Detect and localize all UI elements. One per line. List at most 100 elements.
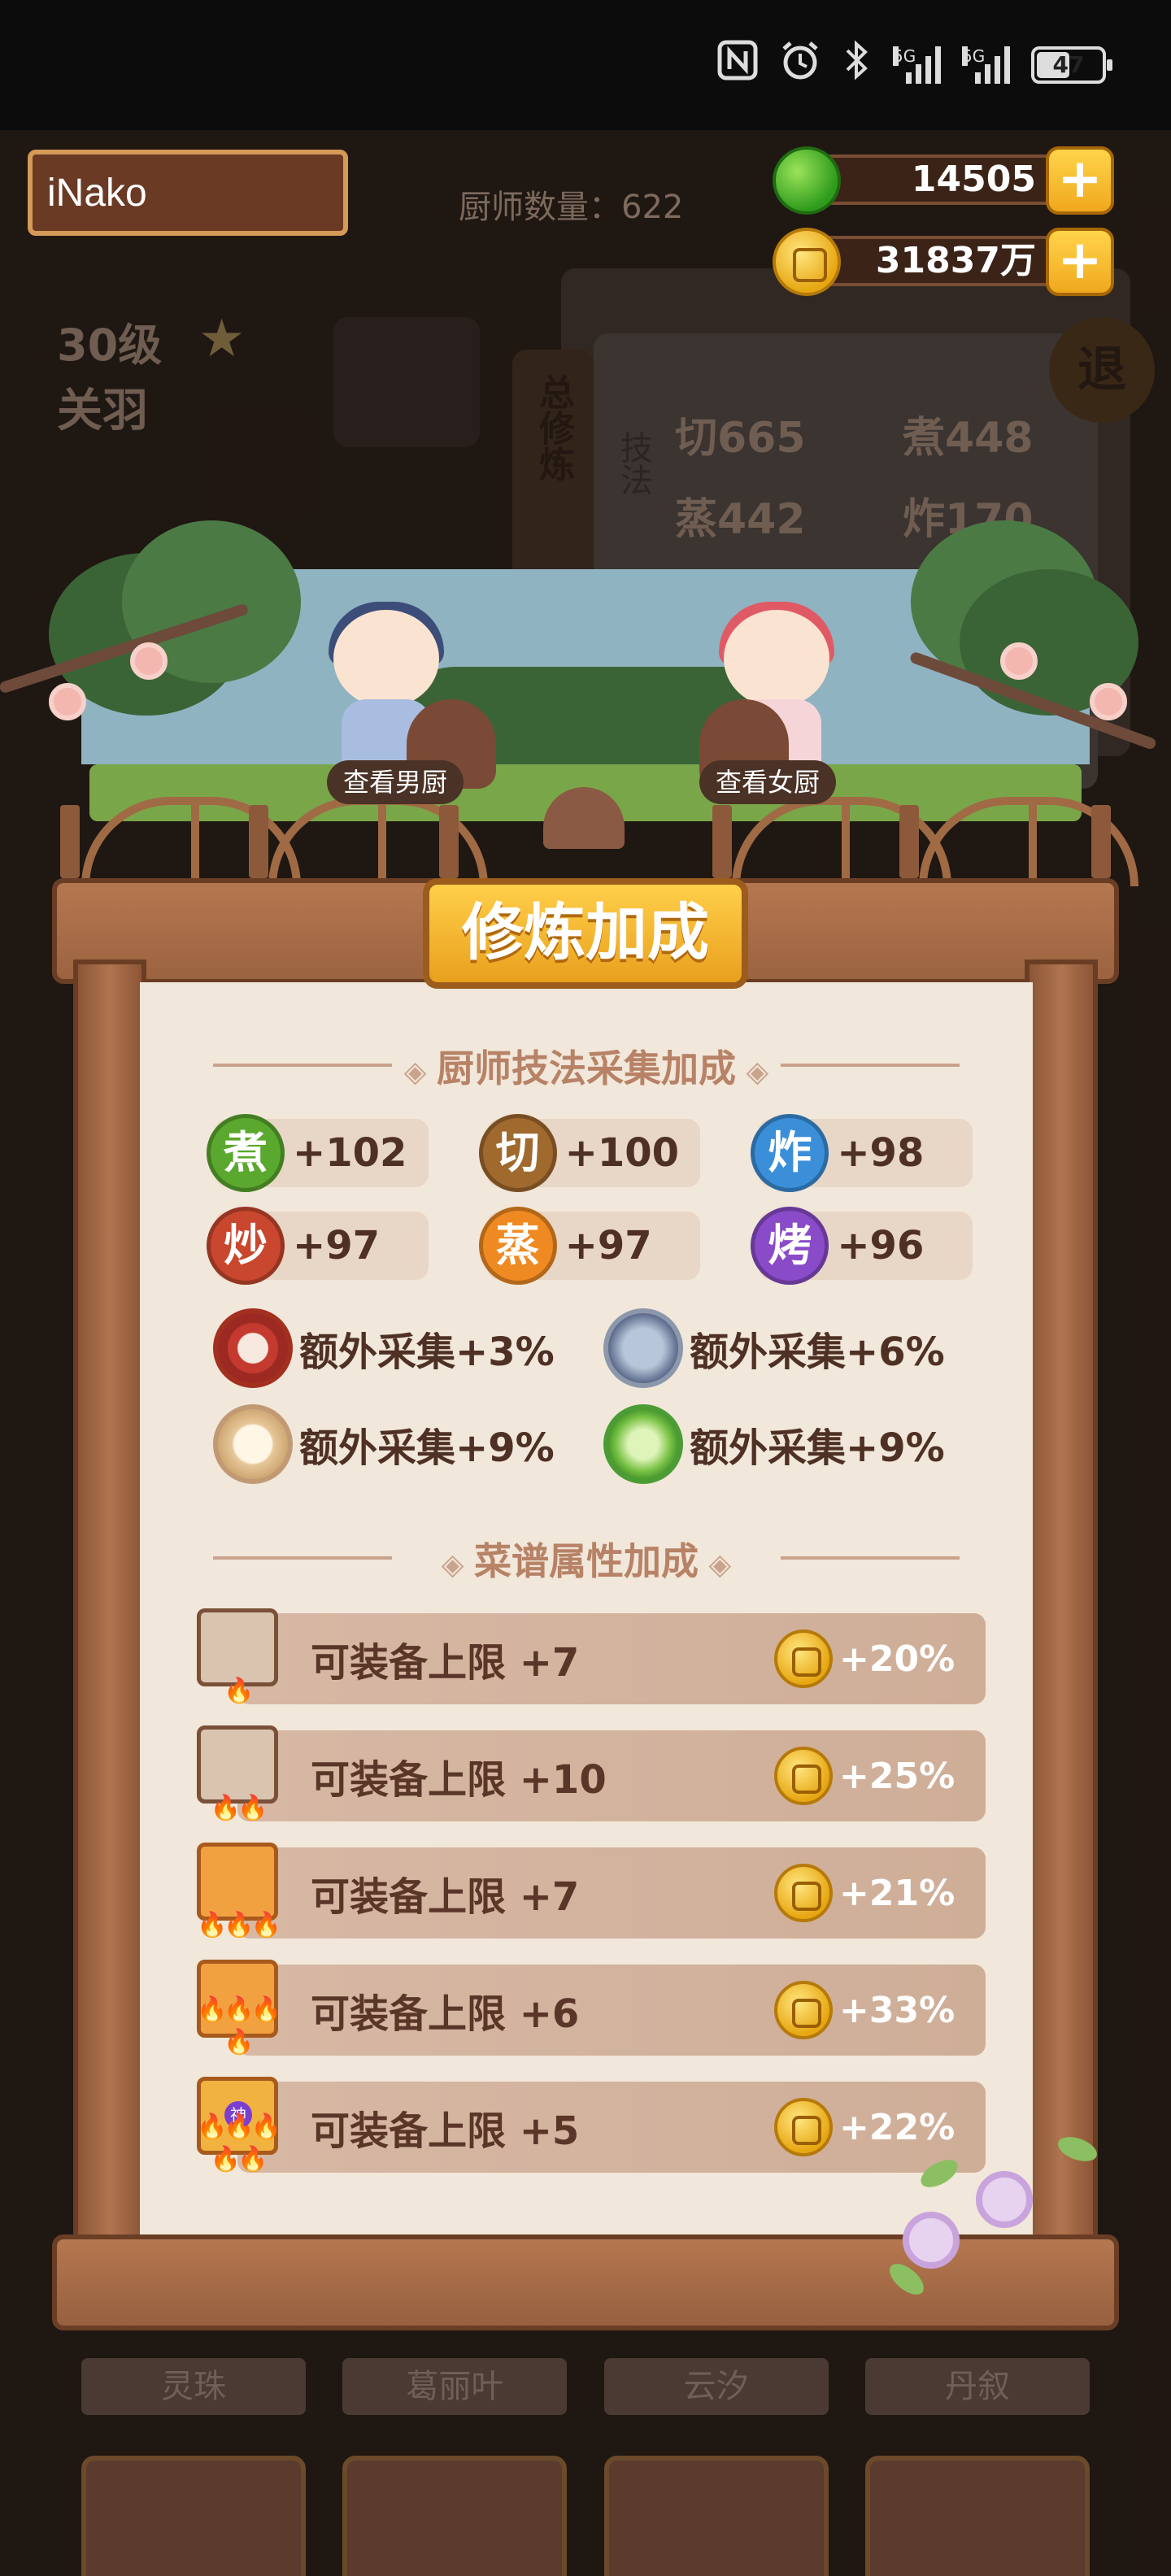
bg-chef-card	[603, 2456, 829, 2576]
green-currency: 14505 +	[773, 146, 1114, 215]
extra-collect-item: 额外采集+6%	[603, 1308, 994, 1389]
coin-icon	[774, 1747, 833, 1805]
star-icon: ★	[198, 309, 246, 369]
coin-icon	[774, 2098, 833, 2156]
flame-icon: 🔥	[224, 1677, 254, 1705]
equip-limit-label: 可装备上限 +5	[311, 2108, 580, 2154]
skill-bonus: 烤 +96	[751, 1207, 973, 1285]
equip-limit-label: 可装备上限 +10	[311, 1757, 607, 1803]
extra-collect-item: 额外采集+9%	[213, 1403, 603, 1485]
skill-bonus-grid: 煮 +102 切 +100 炸 +98 炒 +97 蒸 +97 烤 +96	[207, 1114, 973, 1285]
skill-value: +98	[837, 1130, 925, 1176]
skill-value: +97	[564, 1223, 652, 1268]
bg-chef-name: 灵珠	[81, 2358, 306, 2415]
nfc-icon	[717, 40, 758, 89]
coin-icon	[774, 1864, 833, 1922]
modal-frame-right	[1025, 959, 1098, 2244]
recipe-scroll-icon: 🔥🔥🔥	[189, 1843, 286, 1939]
skill-section-header: ◈ 厨师技法采集加成 ◈	[140, 1039, 1033, 1093]
extra-collect-list: 额外采集+3% 额外采集+6% 额外采集+9% 额外采集+9%	[213, 1308, 994, 1485]
modal-title: 修炼加成	[423, 878, 748, 989]
chef-level: 30级	[57, 320, 163, 371]
bg-skill: 切665	[675, 414, 806, 463]
coin-icon	[773, 228, 841, 296]
chef-name: 关羽	[57, 385, 148, 437]
equip-limit-label: 可装备上限 +7	[311, 1874, 580, 1920]
bluetooth-icon	[842, 39, 872, 90]
view-male-chef-button[interactable]: 查看男厨	[327, 760, 464, 804]
vegetable-icon	[603, 1404, 683, 1484]
equip-limit-label: 可装备上限 +7	[311, 1640, 580, 1686]
coin-bonus: +21%	[839, 1872, 956, 1914]
bg-chef-name: 云汐	[603, 2358, 829, 2415]
coin-bonus: +25%	[839, 1755, 956, 1797]
skill-value: +102	[293, 1130, 407, 1176]
recipe-bonus-row: 🔥 可装备上限 +7 +20%	[197, 1608, 986, 1705]
recipe-scroll-icon: 🔥🔥🔥🔥	[189, 1960, 286, 2056]
meat-icon	[213, 1308, 293, 1388]
apple-icon	[773, 146, 841, 215]
skill-value: +97	[293, 1223, 381, 1268]
skill-section-title: 厨师技法采集加成	[437, 1046, 736, 1090]
recipe-scroll-icon: 神 🔥🔥🔥🔥🔥	[189, 2077, 286, 2174]
cultivation-bonus-panel: ◈ 厨师技法采集加成 ◈ 煮 +102 切 +100 炸 +98 炒 +97 蒸…	[140, 982, 1033, 2241]
bg-skill: 煮448	[903, 414, 1034, 463]
bg-chef-name: 丹叙	[864, 2358, 1090, 2415]
bg-chef-card	[342, 2456, 568, 2576]
extra-collect-label: 额外采集+9%	[690, 1425, 945, 1471]
skill-bonus: 煮 +102	[207, 1114, 429, 1192]
skill-value: +100	[564, 1130, 680, 1176]
coin-bonus: +33%	[839, 1989, 956, 2031]
cut-skill-icon: 切	[478, 1114, 557, 1192]
extra-collect-item: 额外采集+9%	[603, 1403, 994, 1485]
skill-value: +96	[837, 1223, 925, 1268]
bg-chef-name: 葛丽叶	[342, 2358, 568, 2415]
recipe-bonus-row: 🔥🔥🔥 可装备上限 +7 +21%	[197, 1843, 986, 1939]
status-bar: 5G 5G 47	[0, 0, 1171, 130]
flame-icon: 🔥🔥🔥🔥	[196, 1995, 281, 2056]
flower-decoration	[870, 2130, 1138, 2342]
recipe-scroll-icon: 🔥	[189, 1608, 286, 1705]
steam-skill-icon: 蒸	[478, 1207, 557, 1285]
equip-limit-label: 可装备上限 +6	[311, 1991, 580, 2037]
extra-collect-item: 额外采集+3%	[213, 1308, 603, 1389]
recipe-section-title: 菜谱属性加成	[474, 1539, 699, 1583]
skill-bonus: 炒 +97	[207, 1207, 429, 1285]
signal-icon: 5G	[893, 46, 941, 84]
extra-collect-label: 额外采集+3%	[299, 1329, 555, 1375]
stir-fry-skill-icon: 炒	[207, 1207, 285, 1285]
signal-icon: 5G	[962, 46, 1010, 84]
bun-icon	[213, 1404, 293, 1484]
coin-bonus: +20%	[839, 1638, 956, 1680]
alarm-icon	[779, 39, 821, 90]
boil-skill-icon: 煮	[207, 1114, 285, 1192]
player-name: iNako	[47, 171, 147, 215]
fish-icon	[603, 1308, 683, 1388]
roast-skill-icon: 烤	[751, 1207, 829, 1285]
recipe-bonus-row: 🔥🔥 可装备上限 +10 +25%	[197, 1725, 986, 1822]
recipe-bonus-list: 🔥 可装备上限 +7 +20% 🔥🔥 可装备上限 +10 +25% 🔥🔥🔥 可装…	[197, 1608, 986, 2199]
coin-icon	[774, 1630, 833, 1688]
bg-chef-card	[81, 2456, 306, 2576]
skill-bonus: 蒸 +97	[478, 1207, 701, 1285]
flame-icon: 🔥🔥	[210, 1794, 268, 1822]
add-green-currency-button[interactable]: +	[1046, 146, 1114, 215]
modal-frame-left	[73, 959, 146, 2244]
chef-count: 厨师数量：622	[459, 189, 684, 226]
extra-collect-label: 额外采集+9%	[299, 1425, 555, 1471]
battery-percent: 47	[1052, 51, 1085, 78]
add-gold-currency-button[interactable]: +	[1046, 228, 1114, 296]
gold-currency: 31837万 +	[773, 228, 1114, 296]
recipe-section-header: ◈ 菜谱属性加成 ◈	[140, 1532, 1033, 1586]
skill-bonus: 切 +100	[478, 1114, 701, 1192]
player-name-box[interactable]: iNako	[28, 150, 348, 236]
view-female-chef-button[interactable]: 查看女厨	[699, 760, 837, 804]
recipe-scroll-icon: 🔥🔥	[189, 1725, 286, 1822]
extra-collect-label: 额外采集+6%	[690, 1329, 945, 1375]
skill-bonus: 炸 +98	[751, 1114, 973, 1192]
bg-chef-card	[864, 2456, 1090, 2576]
coin-icon	[774, 1981, 833, 2039]
flame-icon: 🔥🔥🔥🔥🔥	[196, 2113, 281, 2174]
flame-icon: 🔥🔥🔥	[196, 1911, 281, 1939]
recipe-bonus-row: 🔥🔥🔥🔥 可装备上限 +6 +33%	[197, 1960, 986, 2056]
